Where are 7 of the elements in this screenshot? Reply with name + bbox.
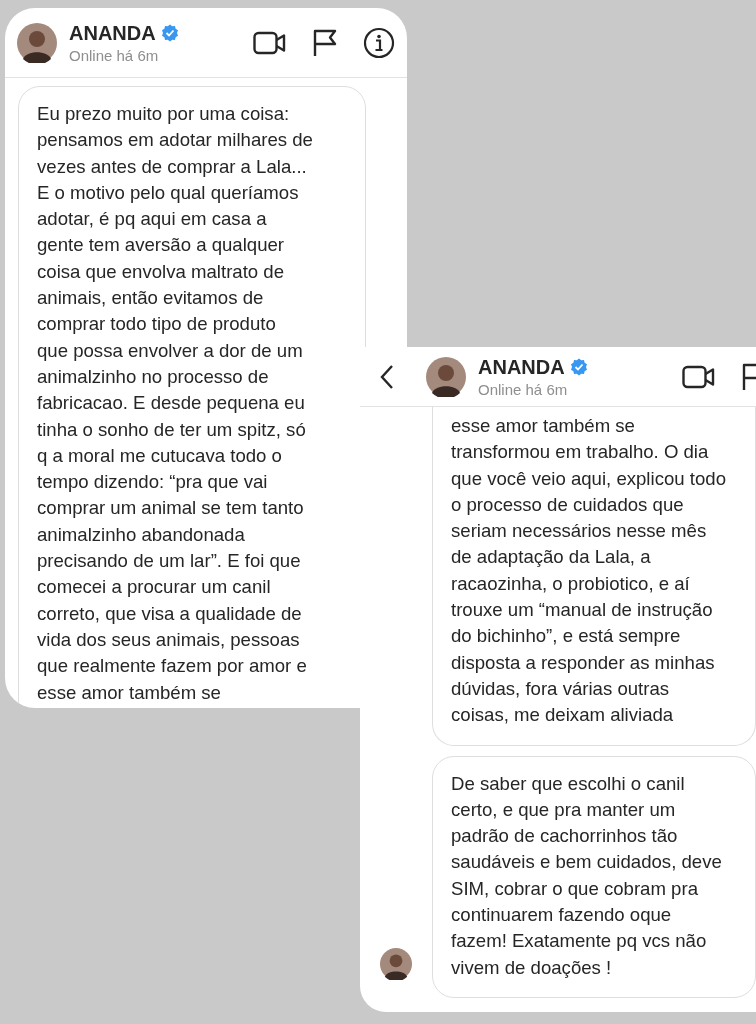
message-text: De saber que escolhi o canil certo, e que pra manter um padrão de cachorrinhos tão saudáveis e bem cuidados, deve SIM, cobrar o que cobram pra continuarem fazendo oque fazem! Exatamente pq vcs não vivem de doações !: [451, 771, 723, 980]
online-status: Online há 6m: [69, 46, 160, 64]
message-text: esse amor também se transformou em trabalho. O dia que você veio aqui, explicou todo o processo de cuidados que seriam necessários nesse mês de adaptação da Lala, a racaozinha, o probiotico, e aí trouxe um “manual de instrução do bichinho”, e está sempre disposta a responder as minhas dúvidas, fora várias outras coisas, me deixam aliviada: [451, 414, 727, 728]
contact-name: ANANDA: [478, 355, 565, 379]
contact-name: ANANDA: [69, 21, 156, 45]
message-text: Eu prezo muito por uma coisa: pensamos em adotar milhares de vezes antes de comprar a Lala... E o motivo pelo qual queríamos adotar, é pq aqui em casa a gente tem aversão a qualquer coisa que envolva maltrato de animais, então evitamos de comprar todo tipo de produto que possa envolver a dor de um animalzinho no processo de fabricacao. E desde pequena eu tinha o sonho de ter um spitz, só q a moral me cutucava todo o tempo dizendo: “pra que vai comprar um animal se tem tanto animalzinho abandonada precisando de um lar”. E foi que comecei a procurar um canil correto, que visa a qualidade de vida dos seus animais, pessoas que realmente fazem por amor e esse amor também se: [37, 102, 314, 705]
online-status: Online há 6m: [478, 380, 569, 398]
